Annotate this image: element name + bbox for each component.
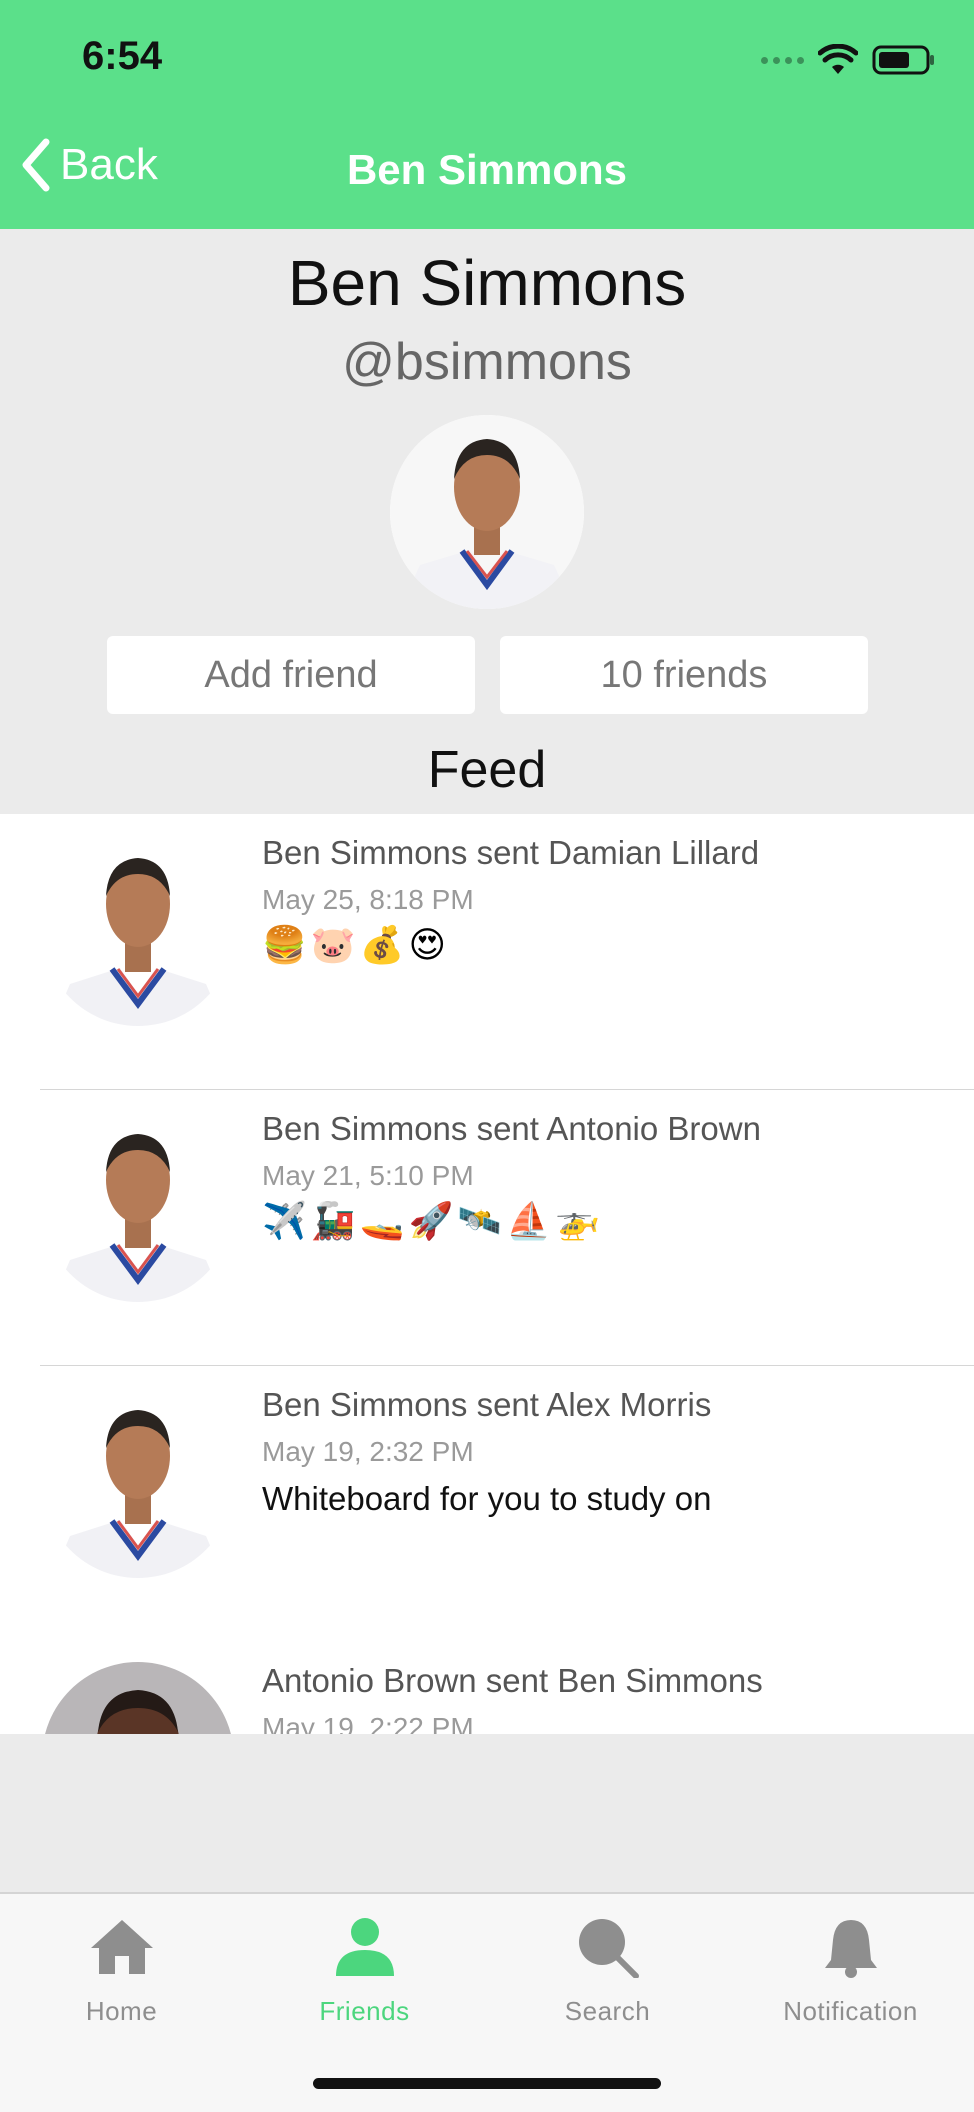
emoji: 🚀 [408, 1200, 454, 1241]
feed-item-date: May 19, 2:32 PM [262, 1436, 474, 1467]
add-friend-button[interactable]: Add friend [107, 636, 475, 714]
profile-name: Ben Simmons [287, 247, 687, 319]
home-icon [90, 1920, 153, 1974]
feed-item[interactable]: Antonio Brown sent Ben Simmons May 19, 2… [0, 1642, 974, 1734]
tab-label: Search [564, 1996, 651, 2026]
search-icon [578, 1919, 639, 1978]
navigation-bar: 6:54 Back Ben Simmons [0, 0, 974, 229]
avatar [42, 1386, 234, 1578]
feed-list[interactable]: Ben Simmons sent Damian Lillard May 25, … [0, 814, 974, 1734]
person-icon [335, 1918, 394, 1976]
tab-notification[interactable]: Notification [729, 1912, 972, 2027]
bell-icon [824, 1920, 877, 1978]
emoji: 🚂 [310, 1200, 356, 1241]
signal-icon [761, 56, 804, 64]
tab-friends[interactable]: Friends [243, 1912, 486, 2027]
feed-item-title: Ben Simmons sent Damian Lillard [262, 834, 760, 871]
tab-search[interactable]: Search [486, 1912, 729, 2027]
tab-label: Notification [783, 1996, 918, 2026]
emoji: 🚤 [359, 1200, 405, 1241]
feed-item-title: Ben Simmons sent Alex Morris [262, 1386, 712, 1423]
friends-count-button[interactable]: 10 friends [500, 636, 868, 714]
feed-item-date: May 21, 5:10 PM [262, 1160, 474, 1191]
emoji-row: 🍔 🐷 💰 😍 [262, 924, 759, 966]
emoji: 💰 [359, 924, 405, 965]
tab-label: Friends [319, 1996, 410, 2026]
emoji: ✈️ [262, 1200, 307, 1241]
emoji: 🛰️ [457, 1200, 503, 1241]
profile-avatar [390, 415, 584, 609]
feed-item-message: Whiteboard for you to study on [262, 1480, 712, 1517]
home-indicator[interactable] [313, 2078, 661, 2089]
emoji-row: ✈️ 🚂 🚤 🚀 🛰️ ⛵ 🚁 [262, 1200, 761, 1242]
profile-handle: @bsimmons [342, 333, 632, 391]
avatar [42, 1662, 234, 1734]
emoji: 🚁 [554, 1200, 600, 1241]
avatar [42, 1110, 234, 1302]
feed-item-title: Ben Simmons sent Antonio Brown [262, 1110, 761, 1147]
wifi-icon [818, 44, 858, 74]
emoji: 🐷 [310, 924, 356, 965]
feed-item-date: May 19, 2:22 PM [262, 1712, 474, 1734]
emoji: 😍 [408, 924, 447, 965]
feed-item[interactable]: Ben Simmons sent Damian Lillard May 25, … [0, 814, 974, 1090]
status-icons [761, 40, 936, 80]
avatar [42, 834, 234, 1026]
feed-title: Feed [427, 741, 547, 799]
feed-item-title: Antonio Brown sent Ben Simmons [262, 1662, 763, 1699]
tab-home[interactable]: Home [0, 1912, 243, 2027]
feed-item-date: May 25, 8:18 PM [262, 884, 474, 915]
tab-label: Home [85, 1996, 158, 2026]
emoji: 🍔 [262, 924, 307, 965]
feed-item[interactable]: Ben Simmons sent Alex Morris May 19, 2:3… [0, 1366, 974, 1642]
feed-item[interactable]: Ben Simmons sent Antonio Brown May 21, 5… [0, 1090, 974, 1366]
emoji: ⛵ [506, 1200, 551, 1241]
battery-icon [872, 45, 934, 75]
nav-title: Ben Simmons [346, 146, 628, 193]
status-time: 6:54 [82, 34, 163, 78]
